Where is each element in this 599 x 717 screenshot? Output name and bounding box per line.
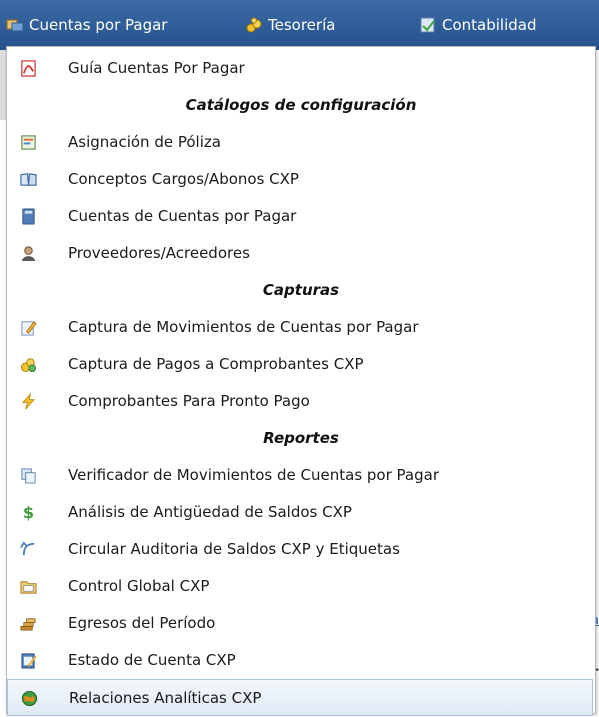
menu-item-egresos[interactable]: Egresos del Período	[7, 605, 595, 642]
coins-icon	[20, 358, 37, 373]
user-icon	[21, 246, 36, 262]
menu-item-label: Comprobantes Para Pronto Pago	[68, 392, 310, 410]
stack-icon	[20, 618, 36, 631]
menu-item-captura-pagos[interactable]: Captura de Pagos a Comprobantes CXP	[7, 346, 595, 383]
menu-item-label: Conceptos Cargos/Abonos CXP	[68, 170, 299, 188]
menu-item-captura-movimientos[interactable]: Captura de Movimientos de Cuentas por Pa…	[7, 309, 595, 346]
cuentas-por-pagar-dropdown: Guía Cuentas Por Pagar Catálogos de conf…	[6, 46, 596, 714]
menu-item-estado-cuenta[interactable]: Estado de Cuenta CXP	[7, 642, 595, 679]
menu-item-circular-auditoria[interactable]: Circular Auditoria de Saldos CXP y Etiqu…	[7, 531, 595, 568]
accounting-icon	[420, 17, 435, 33]
menu-item-label: Captura de Pagos a Comprobantes CXP	[68, 355, 364, 373]
notepad-icon	[21, 653, 37, 669]
menubar-item-contabilidad[interactable]: Contabilidad	[419, 14, 537, 36]
menu-item-label: Análisis de Antigüedad de Saldos CXP	[68, 503, 352, 521]
menubar-label: Cuentas por Pagar	[29, 16, 168, 34]
menu-item-verificador[interactable]: Verificador de Movimientos de Cuentas po…	[7, 457, 595, 494]
menu-item-label: Verificador de Movimientos de Cuentas po…	[68, 466, 439, 484]
menu-item-label: Estado de Cuenta CXP	[68, 651, 236, 669]
menu-item-label: Cuentas de Cuentas por Pagar	[68, 207, 297, 225]
payables-icon	[6, 19, 24, 32]
lightning-icon	[21, 393, 36, 410]
menubar-label: Contabilidad	[442, 16, 537, 34]
menubar-item-cuentas-por-pagar[interactable]: Cuentas por Pagar	[6, 14, 167, 36]
menu-item-cuentas-de-cuentas[interactable]: Cuentas de Cuentas por Pagar	[7, 198, 595, 235]
menu-item-label: Guía Cuentas Por Pagar	[68, 59, 245, 77]
menu-item-label: Asignación de Póliza	[68, 133, 221, 151]
menu-item-label: Proveedores/Acreedores	[68, 244, 250, 262]
menu-item-asignacion-poliza[interactable]: Asignación de Póliza	[7, 124, 595, 161]
menu-item-label: Control Global CXP	[68, 577, 210, 595]
treasury-icon	[246, 17, 262, 33]
menu-item-relaciones-analiticas[interactable]: Relaciones Analíticas CXP	[7, 679, 593, 716]
menu-item-label: Egresos del Período	[68, 614, 216, 632]
menu-item-control-global[interactable]: Control Global CXP	[7, 568, 595, 605]
section-header-capturas: Capturas	[262, 281, 340, 299]
svg-text:$: $	[23, 504, 34, 521]
dollar-icon: $	[23, 504, 34, 521]
menubar-item-tesoreria[interactable]: Tesorería	[245, 14, 335, 36]
menu-item-analisis-antiguedad[interactable]: $ Análisis de Antigüedad de Saldos CXP	[7, 494, 595, 531]
menu-item-guia[interactable]: Guía Cuentas Por Pagar	[7, 50, 595, 87]
section-header-catalogos: Catálogos de configuración	[185, 96, 417, 114]
book-icon	[20, 173, 37, 186]
menubar-label: Tesorería	[268, 16, 336, 34]
folder-icon	[20, 581, 37, 594]
menu-item-pronto-pago[interactable]: Comprobantes Para Pronto Pago	[7, 383, 595, 420]
edit-icon	[21, 321, 37, 336]
arrow-icon	[20, 541, 35, 556]
policy-icon	[21, 135, 36, 150]
menu-item-label: Circular Auditoria de Saldos CXP y Etiqu…	[68, 540, 400, 558]
menu-item-proveedores[interactable]: Proveedores/Acreedores	[7, 235, 595, 272]
section-header-reportes: Reportes	[263, 429, 339, 447]
globe-icon	[21, 690, 38, 707]
menu-item-label: Captura de Movimientos de Cuentas por Pa…	[68, 318, 419, 336]
copy-icon	[21, 468, 36, 484]
ledger-icon	[22, 208, 35, 225]
menubar: Cuentas por Pagar Tesorería Contabilidad	[0, 0, 599, 50]
menu-item-conceptos-cargos[interactable]: Conceptos Cargos/Abonos CXP	[7, 161, 595, 198]
menu-item-label: Relaciones Analíticas CXP	[69, 689, 262, 707]
pdf-icon	[21, 60, 36, 77]
